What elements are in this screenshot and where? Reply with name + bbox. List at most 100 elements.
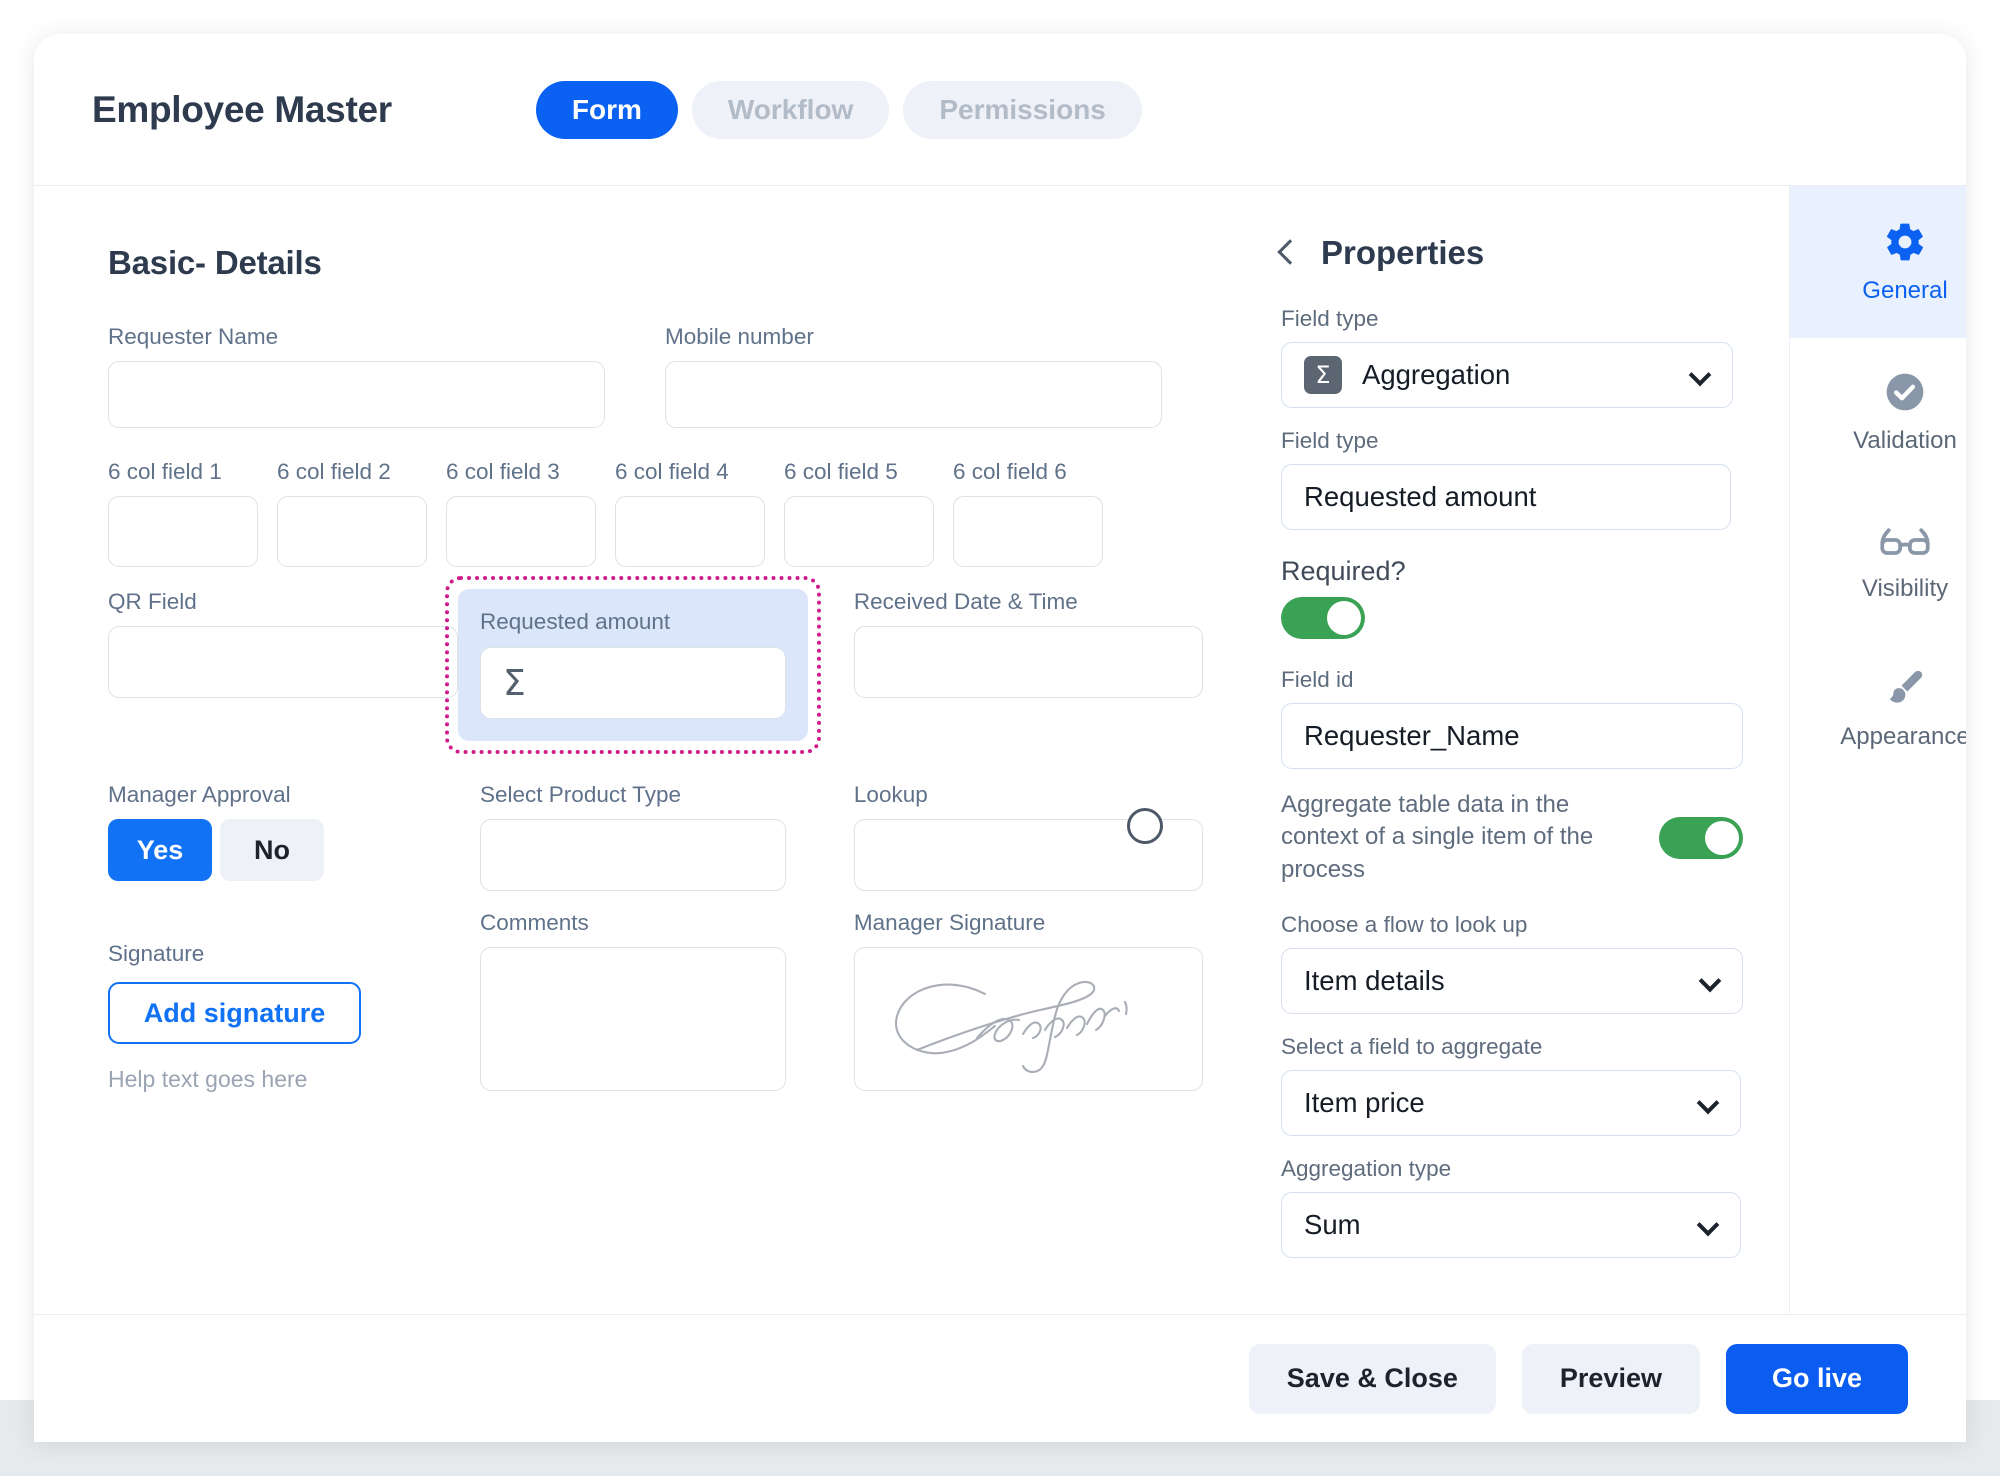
aggregate-context-row: Aggregate table data in the context of a… [1281,789,1743,886]
six-col-input-6[interactable] [953,496,1103,567]
check-circle-icon [1886,373,1924,410]
form-row-six-col: 6 col field 1 6 col field 2 6 col field … [92,459,1219,567]
form-row-name: Requester Name Mobile number [92,324,1219,428]
add-signature-button[interactable]: Add signature [108,982,361,1044]
chevron-down-icon [1698,969,1722,993]
field-signature: Signature Add signature Help text goes h… [108,941,458,1093]
manager-approval-no[interactable]: No [220,819,324,881]
qr-field-input[interactable] [108,626,459,698]
mobile-number-input[interactable] [665,361,1162,428]
six-col-input-2[interactable] [277,496,427,567]
glasses-icon [1880,527,1930,555]
comments-textarea[interactable] [480,947,786,1091]
field-6-col-2: 6 col field 2 [277,459,427,567]
field-name-input[interactable]: Requested amount [1281,464,1731,530]
field-requester-name: Requester Name [108,324,605,428]
required-toggle[interactable] [1281,597,1365,639]
field-label: Signature [108,941,205,966]
field-id-value: Requester_Name [1304,720,1520,751]
rail-label: Validation [1853,426,1957,454]
product-type-select[interactable] [480,819,786,891]
six-col-input-4[interactable] [615,496,765,567]
field-comments: Comments [458,910,808,1093]
field-6-col-4: 6 col field 4 [615,459,765,567]
app-body: Basic- Details Requester Name Mobile num… [34,186,1966,1314]
field-label: 6 col field 1 [108,459,222,484]
field-label: Comments [480,910,589,935]
rail-label: General [1862,276,1948,304]
rail-label: Appearance [1840,722,1966,750]
field-type-label: Field type [1281,306,1379,331]
tab-form[interactable]: Form [535,80,678,139]
field-name-value: Requested amount [1304,481,1537,512]
field-label: Select Product Type [480,782,681,807]
rail-item-appearance[interactable]: Appearance [1790,634,1966,782]
properties-panel: Properties Field type Σ Aggregation Fiel… [1219,186,1789,1314]
chevron-down-icon [1688,363,1712,387]
yes-no-toggle-group: Yes No [108,819,458,881]
field-label: 6 col field 2 [277,459,391,484]
preview-button[interactable]: Preview [1521,1343,1700,1414]
manager-approval-yes[interactable]: Yes [108,819,212,881]
rail-item-visibility[interactable]: Visibility [1790,486,1966,634]
field-qr: QR Field [108,589,459,741]
six-col-input-3[interactable] [446,496,596,567]
aggregate-field-label: Select a field to aggregate [1281,1034,1543,1060]
field-label: 6 col field 5 [784,459,898,484]
field-requested-amount-selected[interactable]: Requested amount Σ [445,576,821,754]
section-title: Basic- Details [108,244,322,281]
field-label: Manager Approval [108,782,291,807]
toggle-knob [1327,601,1361,635]
properties-tab-rail: General Validation Visibility Appearance [1789,186,1966,1314]
requester-name-input[interactable] [108,361,605,428]
field-6-col-5: 6 col field 5 [784,459,934,567]
chevron-down-icon [1696,1213,1720,1237]
sigma-icon: Σ [503,662,526,704]
tab-permissions[interactable]: Permissions [903,80,1142,139]
properties-header: Properties [1277,234,1743,272]
aggregation-type-label: Aggregation type [1281,1156,1452,1182]
six-col-input-1[interactable] [108,496,258,567]
field-mobile-number: Mobile number [665,324,1162,428]
field-type-value: Aggregation [1362,359,1511,390]
field-type-select[interactable]: Σ Aggregation [1281,342,1733,408]
required-label: Required? [1281,556,1406,586]
save-and-close-button[interactable]: Save & Close [1248,1343,1496,1414]
field-manager-signature: Manager Signature [853,910,1203,1093]
aggregation-type-value: Sum [1304,1209,1361,1241]
chevron-down-icon [1696,1091,1720,1115]
chevron-left-icon[interactable] [1277,239,1303,265]
field-received-date: Received Date & Time [853,589,1203,741]
tab-workflow[interactable]: Workflow [691,80,890,139]
flow-select[interactable]: Item details [1281,948,1743,1015]
go-live-button[interactable]: Go live [1725,1343,1908,1414]
flow-label: Choose a flow to look up [1281,912,1528,938]
field-label: Requested amount [480,609,671,634]
rail-label: Visibility [1861,574,1949,602]
manager-signature-canvas[interactable] [853,947,1203,1091]
app-footer: Save & Close Preview Go live [34,1314,1966,1442]
aggregation-type-select[interactable]: Sum [1281,1192,1741,1259]
field-label: Manager Signature [853,910,1046,935]
field-label: Mobile number [665,324,814,349]
field-product-type: Select Product Type [458,782,808,891]
field-id-input[interactable]: Requester_Name [1281,703,1743,769]
lookup-handle-icon[interactable] [1127,808,1163,844]
aggregate-field-select[interactable]: Item price [1281,1070,1741,1137]
field-label: Received Date & Time [853,589,1078,614]
app-header: Employee Master Form Workflow Permission… [34,34,1966,186]
field-label: 6 col field 4 [615,459,729,484]
requested-amount-input[interactable]: Σ [480,647,786,719]
field-label: Lookup [853,782,928,807]
rail-item-general[interactable]: General [1790,186,1966,338]
tab-bar: Form Workflow Permissions [535,80,1142,139]
received-date-input[interactable] [853,626,1203,698]
aggregate-context-label: Aggregate table data in the context of a… [1281,791,1594,883]
six-col-input-5[interactable] [784,496,934,567]
rail-item-validation[interactable]: Validation [1790,338,1966,486]
form-row-four: Manager Approval Yes No Select Product T… [92,782,1219,891]
paintbrush-icon [1890,670,1923,703]
field-lookup: Lookup [853,782,1203,891]
field-label: QR Field [108,589,197,614]
aggregate-context-toggle[interactable] [1659,816,1743,859]
